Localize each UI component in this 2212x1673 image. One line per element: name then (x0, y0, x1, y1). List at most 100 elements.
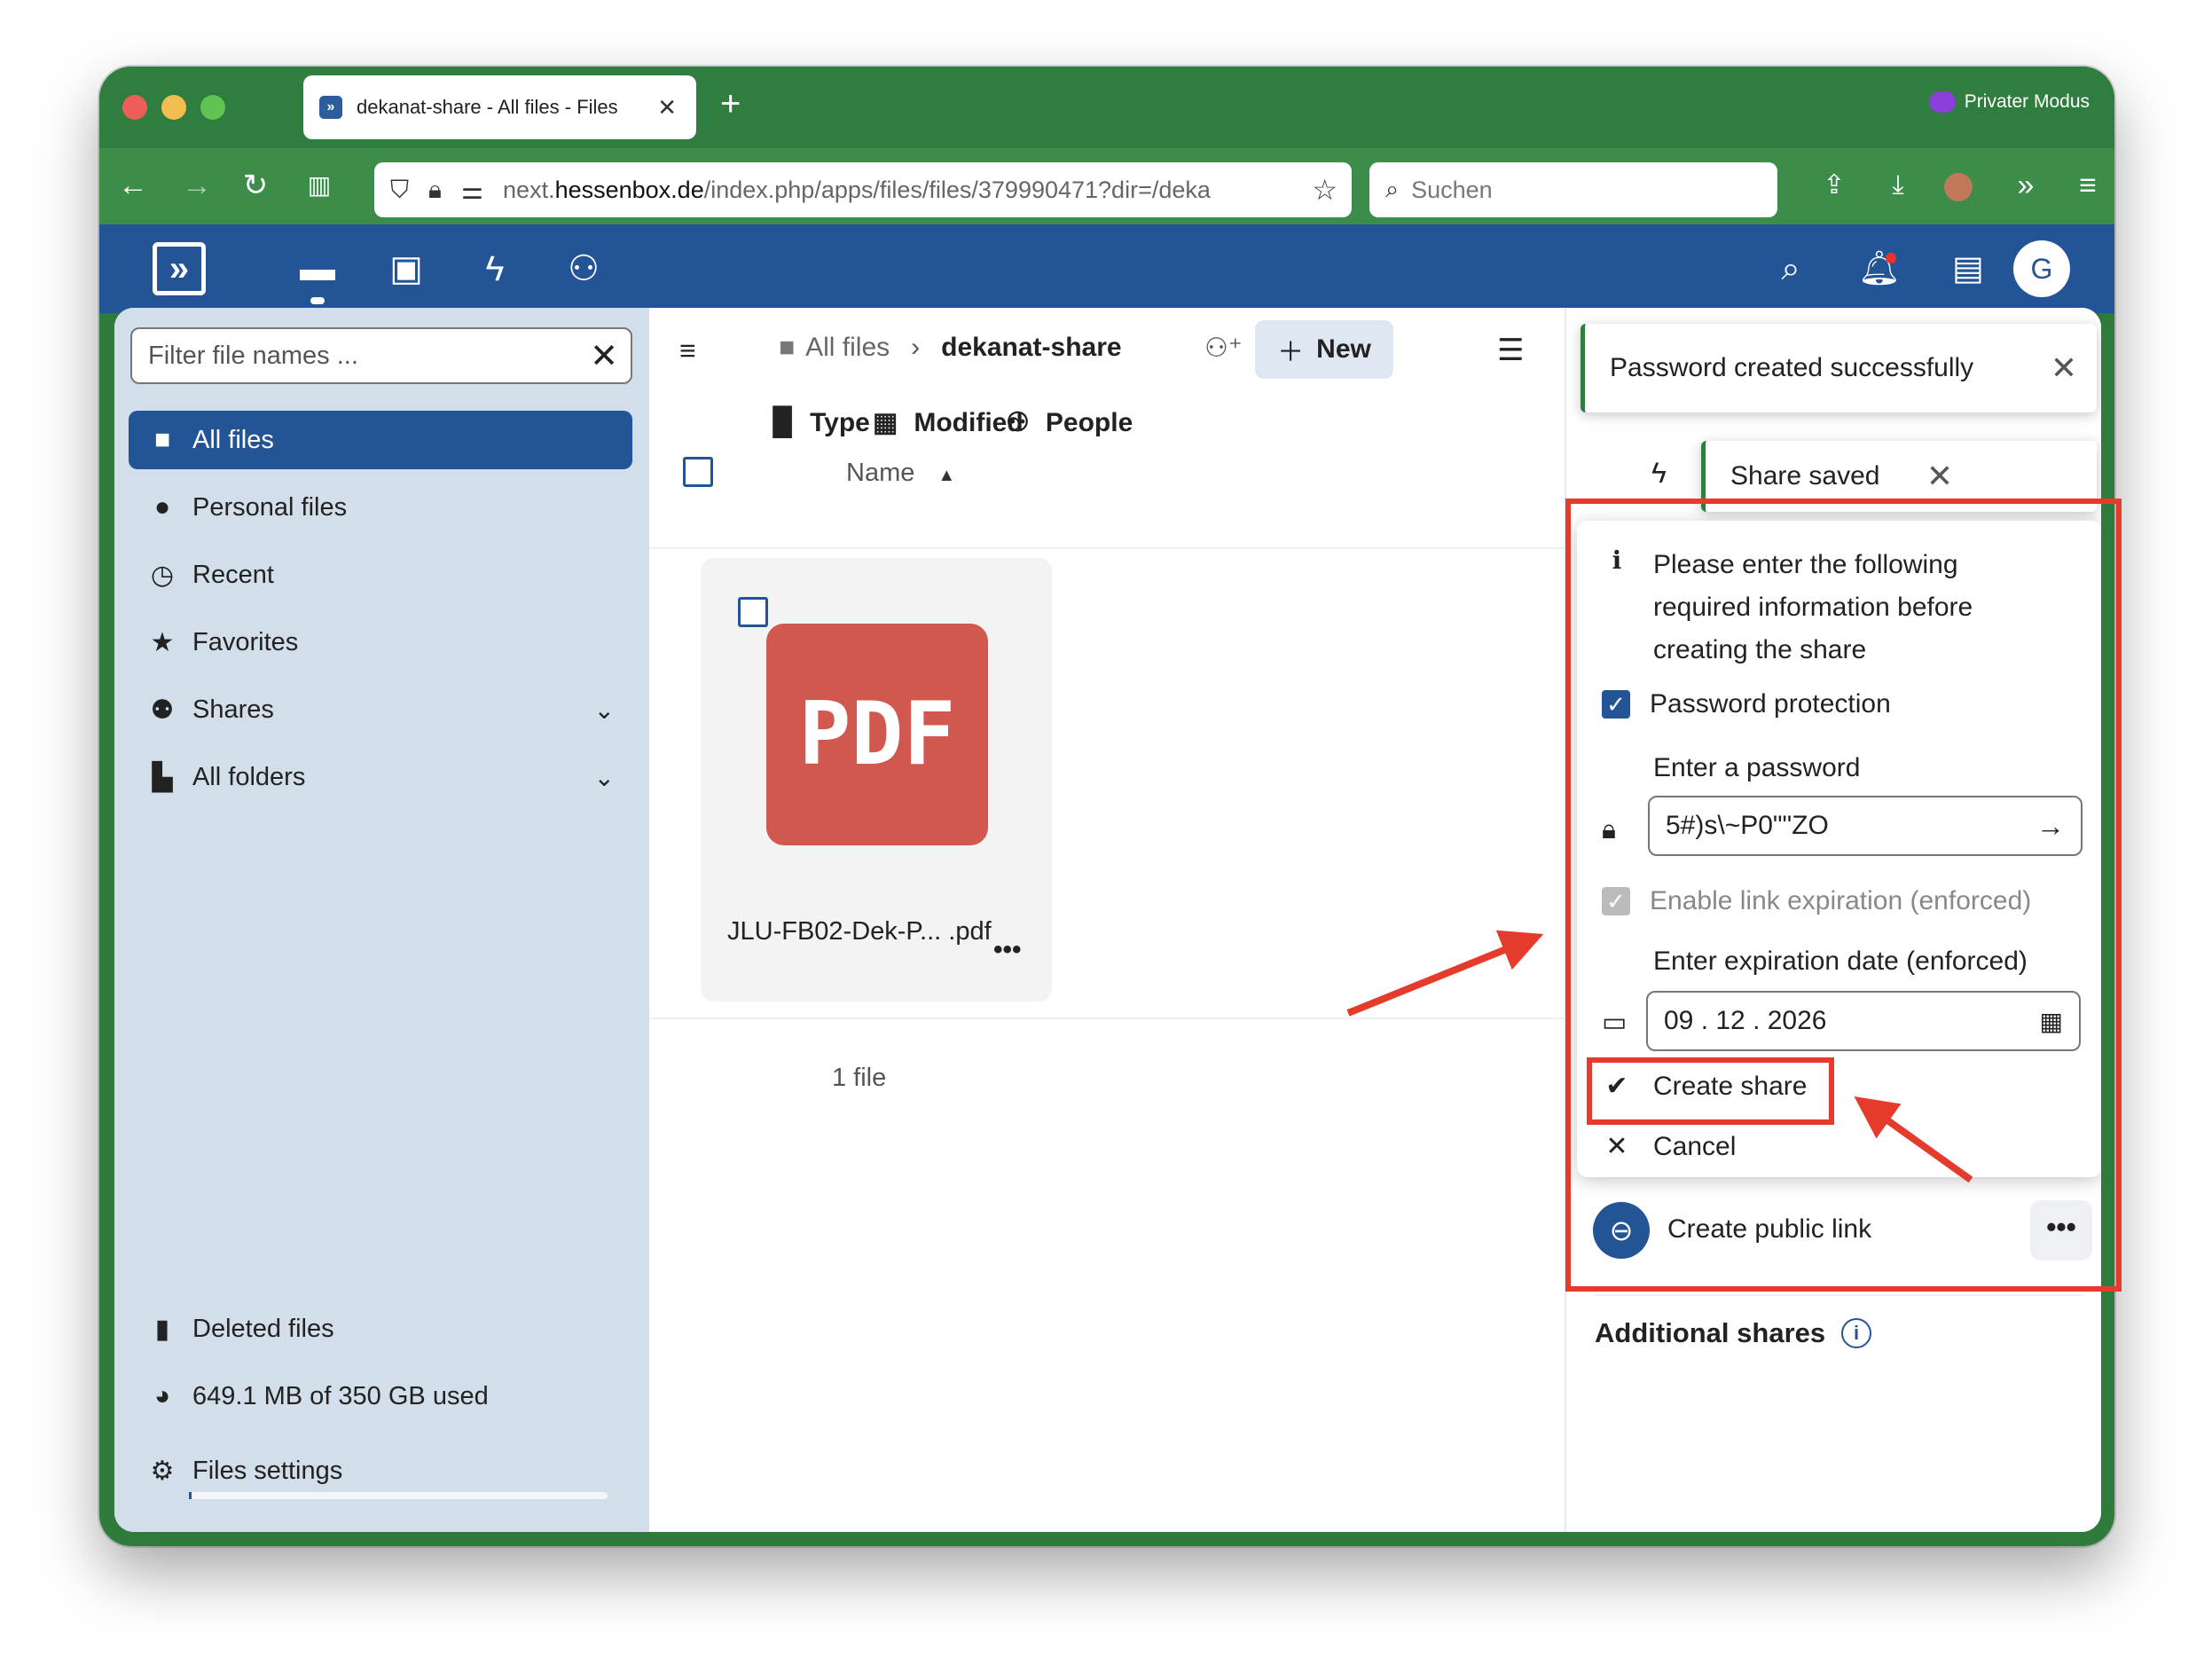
file-list-area: ≡ ■ All files › dekanat-share ⚇⁺ ＋ New ☰… (649, 308, 1565, 1532)
storage-info[interactable]: ◕ 649.1 MB of 350 GB used (129, 1367, 632, 1426)
file-card[interactable]: PDF JLU-FB02-Dek-P... .pdf ••• (701, 558, 1052, 1001)
bookmark-star-icon[interactable]: ☆ (1312, 173, 1337, 207)
gear-icon: ⚙ (150, 1456, 175, 1486)
private-mode-indicator: Privater Modus (1928, 91, 2090, 113)
share-icon: ⚉ (150, 695, 175, 725)
activity-app-icon[interactable]: ϟ (468, 247, 522, 291)
nav-deleted-files[interactable]: ▮ Deleted files (129, 1300, 632, 1358)
nav-label: All folders (192, 762, 306, 791)
private-mask-icon (1928, 91, 1956, 113)
tab-title: dekanat-share - All files - Files (357, 96, 618, 118)
trash-icon: ▮ (154, 1314, 170, 1344)
close-toast-icon[interactable]: ✕ (1926, 458, 1953, 495)
file-name[interactable]: JLU-FB02-Dek-P... .pdf (727, 917, 992, 946)
user-avatar[interactable]: G (2013, 240, 2070, 297)
site-permissions-icon[interactable]: ⚌ (461, 176, 483, 205)
hamburger-menu-icon[interactable]: ≡ (2068, 168, 2107, 203)
overflow-chevron-icon[interactable]: » (2006, 168, 2045, 203)
contacts-menu-icon[interactable]: ▤ (1941, 247, 1995, 291)
info-circle-icon[interactable]: i (1841, 1318, 1872, 1348)
pdf-file-icon: PDF (766, 624, 988, 845)
toast-password-created: Password created successfully ✕ (1581, 324, 2097, 412)
active-app-indicator (310, 297, 325, 304)
nav-label: Recent (192, 560, 274, 589)
new-button-label: New (1316, 334, 1371, 364)
close-tab-icon[interactable]: ✕ (657, 94, 677, 122)
filter-file-names-input[interactable]: Filter file names ... ✕ (130, 327, 632, 384)
section-divider (1595, 1294, 2083, 1296)
hessenbox-logo[interactable]: » (153, 242, 206, 295)
nav-favorites[interactable]: ★ Favorites (129, 613, 632, 672)
notifications-bell-icon[interactable]: 🔔︎ (1853, 247, 1906, 291)
search-field[interactable]: ⌕ Suchen (1369, 162, 1777, 217)
forward-icon[interactable]: → (177, 168, 216, 203)
nav-all-files[interactable]: ■ All files (129, 411, 632, 469)
nav-shares[interactable]: ⚉ Shares ⌄ (129, 680, 632, 739)
file-type-icon: ▉ (773, 408, 795, 437)
shield-icon[interactable]: ⛉ (390, 176, 409, 205)
nav-all-folders[interactable]: ▙ All folders ⌄ (129, 748, 632, 806)
breadcrumb-root[interactable]: ■ All files › dekanat-share (779, 333, 1122, 363)
notification-dot (1886, 253, 1896, 263)
close-toast-icon[interactable]: ✕ (2051, 350, 2077, 387)
extensions-icon[interactable]: ⇪ (1815, 168, 1854, 203)
clear-filter-icon[interactable]: ✕ (590, 336, 618, 376)
additional-shares-label: Additional shares (1595, 1317, 1826, 1348)
filter-people-label: People (1045, 407, 1133, 437)
pie-chart-icon: ◕ (153, 1381, 171, 1410)
lock-icon[interactable]: 🔒︎ (428, 176, 442, 205)
toast-password-text: Password created successfully (1610, 353, 1974, 382)
nav-personal-files[interactable]: ● Personal files (129, 478, 632, 537)
select-all-checkbox[interactable] (683, 457, 713, 487)
browser-toolbar: ← → ↻ ▥ ⛉ 🔒︎ ⚌ next. hessenbox.de/index.p… (99, 148, 2114, 224)
chevron-right-icon: › (911, 333, 921, 362)
list-divider (649, 1017, 1565, 1019)
downloads-icon[interactable]: ⤓ (1879, 168, 1918, 203)
new-tab-icon[interactable]: + (720, 86, 741, 122)
tab-bar: » dekanat-share - All files - Files ✕ + … (99, 67, 2114, 148)
filter-type-button[interactable]: ▉ Type (773, 407, 870, 438)
navigation-sidebar: Filter file names ... ✕ ■ All files ● Pe… (114, 308, 649, 1532)
browser-tab[interactable]: » dekanat-share - All files - Files ✕ (303, 75, 696, 139)
nav-label: Shares (192, 695, 274, 724)
search-icon: ⌕ (1385, 176, 1400, 202)
nav-label: Files settings (192, 1456, 343, 1485)
maximize-window-icon[interactable] (200, 95, 225, 120)
nav-label: Deleted files (192, 1314, 334, 1343)
column-name-label: Name (846, 459, 915, 487)
folder-icon: ■ (779, 333, 796, 362)
sort-ascending-icon: ▲ (937, 466, 956, 485)
photos-app-icon[interactable]: ▣ (380, 247, 433, 291)
app-header: » ▬ ▣ ϟ ⚇ ⌕ 🔔︎ ▤ G (99, 224, 2114, 313)
new-button[interactable]: ＋ New (1255, 320, 1393, 379)
unified-search-icon[interactable]: ⌕ (1764, 247, 1817, 291)
list-view-toggle-icon[interactable]: ☰ (1497, 333, 1524, 368)
close-window-icon[interactable] (122, 95, 147, 120)
storage-label: 649.1 MB of 350 GB used (192, 1381, 489, 1410)
nav-files-settings[interactable]: ⚙ Files settings (129, 1441, 632, 1500)
account-avatar-icon[interactable] (1944, 173, 1973, 201)
file-select-checkbox[interactable] (738, 597, 768, 627)
filter-modified-button[interactable]: ▦ Modified (873, 407, 1024, 438)
sort-by-name-header[interactable]: Name ▲ (846, 459, 955, 488)
toggle-navigation-icon[interactable]: ≡ (679, 334, 696, 367)
breadcrumb-current[interactable]: dekanat-share (941, 333, 1121, 363)
files-app-icon[interactable]: ▬ (291, 247, 344, 291)
reader-view-icon[interactable]: ▥ (300, 168, 339, 203)
search-placeholder: Suchen (1411, 176, 1493, 203)
nav-recent[interactable]: ◷ Recent (129, 546, 632, 604)
chevron-down-icon[interactable]: ⌄ (594, 763, 615, 792)
folders-icon: ▙ (152, 762, 173, 792)
minimize-window-icon[interactable] (161, 95, 186, 120)
people-icon: ⚇ (1006, 408, 1030, 437)
back-icon[interactable]: ← (114, 168, 153, 203)
url-bar[interactable]: ⛉ 🔒︎ ⚌ next. hessenbox.de/index.php/apps/… (374, 162, 1352, 217)
reload-icon[interactable]: ↻ (236, 168, 275, 203)
filter-people-button[interactable]: ⚇ People (1006, 407, 1133, 438)
url-host: hessenbox.de (554, 176, 704, 203)
file-actions-icon[interactable]: ••• (993, 935, 1022, 965)
chevron-down-icon[interactable]: ⌄ (594, 695, 615, 725)
activity-icon: ϟ (1651, 457, 1667, 489)
contacts-app-icon[interactable]: ⚇ (557, 247, 610, 291)
share-folder-icon[interactable]: ⚇⁺ (1204, 333, 1243, 364)
